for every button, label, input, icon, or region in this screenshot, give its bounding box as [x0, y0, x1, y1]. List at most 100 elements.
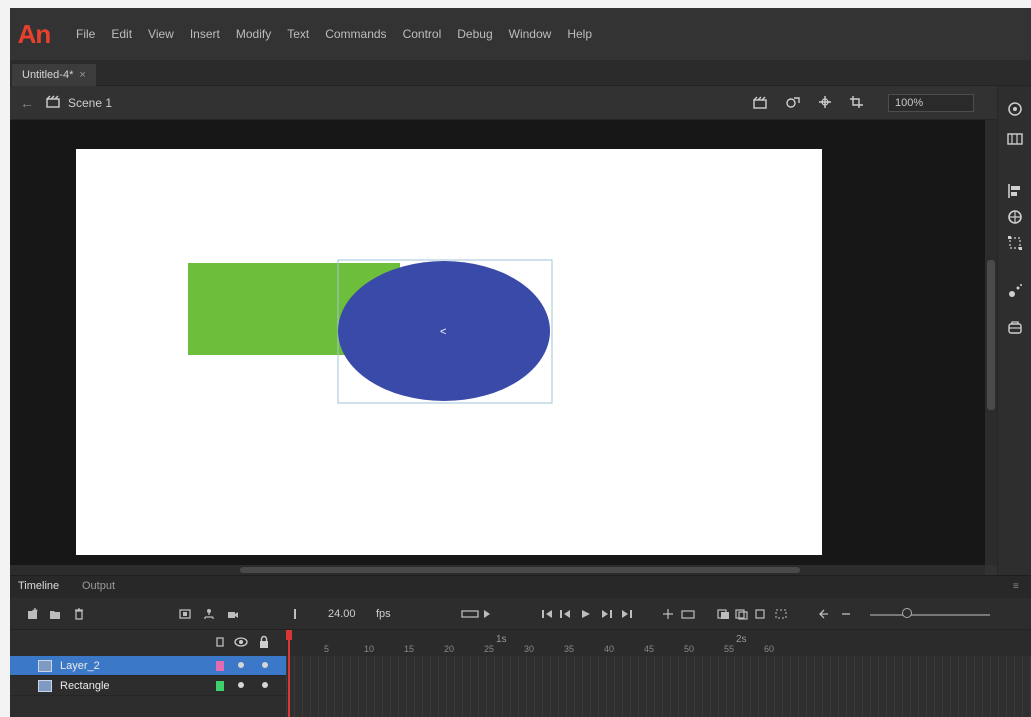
ruler-number: 5	[324, 644, 330, 654]
ruler-number: 10	[364, 644, 375, 654]
loop-icon[interactable]	[458, 606, 498, 622]
show-parenting-icon[interactable]	[202, 606, 216, 622]
properties-icon[interactable]	[1005, 100, 1025, 118]
ruler-number: 60	[764, 644, 775, 654]
ruler-number: 55	[724, 644, 735, 654]
panel-menu-icon[interactable]: ≡	[1013, 581, 1023, 592]
layer-icon	[38, 659, 52, 672]
delete-layer-icon[interactable]	[72, 606, 86, 622]
vertical-scroll-thumb[interactable]	[987, 260, 995, 410]
ruler-number: 50	[684, 644, 695, 654]
menu-bar: An File Edit View Insert Modify Text Com…	[10, 8, 1031, 60]
layer-visibility-dot[interactable]	[238, 682, 244, 688]
layer-name[interactable]: Rectangle	[60, 680, 110, 692]
new-folder-icon[interactable]	[48, 606, 62, 622]
close-icon[interactable]: ×	[79, 69, 85, 81]
vertical-scrollbar[interactable]	[985, 120, 997, 565]
ruler-number: 30	[524, 644, 535, 654]
timeline-zoom-knob[interactable]	[902, 608, 912, 618]
menu-list: File Edit View Insert Modify Text Comman…	[76, 27, 592, 41]
frame-grid[interactable]	[286, 656, 1031, 717]
layer-visibility-dot[interactable]	[238, 662, 244, 668]
outline-toggle-icon[interactable]	[216, 636, 224, 648]
playhead[interactable]	[288, 630, 290, 717]
code-snippets-icon[interactable]	[1005, 318, 1025, 336]
tab-timeline[interactable]: Timeline	[18, 580, 59, 592]
timeline-toolbar: 24.00 fps	[10, 598, 1031, 630]
menu-control[interactable]: Control	[403, 27, 442, 41]
ruler-number: 35	[564, 644, 575, 654]
menu-view[interactable]: View	[148, 27, 174, 41]
color-icon[interactable]	[1005, 208, 1025, 226]
scene-label[interactable]: Scene 1	[68, 96, 112, 110]
menu-window[interactable]: Window	[509, 27, 552, 41]
stage[interactable]: <	[76, 149, 822, 555]
animate-app-window: An File Edit View Insert Modify Text Com…	[10, 8, 1031, 717]
center-stage-icon[interactable]	[816, 94, 834, 110]
new-layer-icon[interactable]	[26, 606, 40, 622]
stage-canvas[interactable]: <	[76, 149, 822, 555]
frame-rate[interactable]: 24.00	[328, 608, 356, 620]
layer-color-swatch[interactable]	[216, 681, 224, 691]
playhead-handle[interactable]	[286, 630, 292, 640]
playback-controls[interactable]	[540, 606, 660, 622]
document-tab-title: Untitled-4*	[22, 69, 74, 81]
menu-edit[interactable]: Edit	[111, 27, 132, 41]
menu-modify[interactable]: Modify	[236, 27, 271, 41]
pasteboard: <	[10, 120, 985, 565]
timeline-panel: Timeline Output ≡ 24.00 fps 1s 2s 5 10 1…	[10, 575, 1031, 717]
right-panel-strip	[997, 86, 1031, 586]
horizontal-scroll-thumb[interactable]	[240, 567, 800, 573]
menu-help[interactable]: Help	[567, 27, 592, 41]
center-frame-icons[interactable]	[662, 606, 702, 622]
layer-lock-dot[interactable]	[262, 662, 268, 668]
motion-presets-icon[interactable]	[1005, 282, 1025, 300]
layer-color-swatch[interactable]	[216, 661, 224, 671]
tab-output[interactable]: Output	[82, 580, 115, 592]
eye-icon[interactable]	[234, 636, 248, 648]
edit-bar: ← Scene 1 100%	[10, 86, 1031, 120]
scene-icon	[46, 95, 60, 108]
zoom-timeline-icons[interactable]	[818, 606, 858, 622]
back-arrow-icon[interactable]: ←	[20, 95, 34, 111]
layer-row[interactable]: Rectangle	[10, 676, 286, 696]
layer-name[interactable]: Layer_2	[60, 660, 100, 672]
clip-content-icon[interactable]	[848, 94, 866, 110]
edit-tools	[752, 94, 866, 110]
ruler-number: 45	[644, 644, 655, 654]
lock-icon[interactable]	[258, 635, 270, 649]
edit-scene-icon[interactable]	[752, 94, 770, 110]
document-tab[interactable]: Untitled-4* ×	[12, 64, 96, 86]
ruler-number: 20	[444, 644, 455, 654]
onion-skin-icons[interactable]	[716, 606, 796, 622]
menu-insert[interactable]: Insert	[190, 27, 220, 41]
timeline-zoom-slider[interactable]	[870, 614, 990, 616]
document-tab-bar: Untitled-4* ×	[10, 60, 1031, 86]
frame-rate-unit: fps	[376, 608, 391, 620]
menu-file[interactable]: File	[76, 27, 95, 41]
ruler-label-2s: 2s	[736, 634, 747, 645]
menu-text[interactable]: Text	[287, 27, 309, 41]
ruler-number: 40	[604, 644, 615, 654]
layer-highlight-icon[interactable]	[178, 606, 192, 622]
ruler-number: 25	[484, 644, 495, 654]
ruler-number: 15	[404, 644, 415, 654]
layer-icon	[38, 679, 52, 692]
layer-lock-dot[interactable]	[262, 682, 268, 688]
align-icon[interactable]	[1005, 182, 1025, 200]
panel-tabs: Timeline Output ≡	[10, 576, 1031, 598]
cursor-glyph: <	[440, 326, 446, 338]
zoom-field[interactable]: 100%	[888, 94, 974, 112]
layer-list: Layer_2 Rectangle	[10, 656, 286, 696]
frame-indicator-icon	[290, 606, 300, 622]
app-logo: An	[17, 18, 52, 49]
menu-debug[interactable]: Debug	[457, 27, 492, 41]
layer-row[interactable]: Layer_2	[10, 656, 286, 676]
menu-commands[interactable]: Commands	[325, 27, 386, 41]
camera-icon[interactable]	[226, 606, 240, 622]
library-icon[interactable]	[1005, 130, 1025, 148]
transform-icon[interactable]	[1005, 234, 1025, 252]
frame-ruler[interactable]: 1s 2s 5 10 15 20 25 30 35 40 45 50 55 60	[286, 630, 1031, 656]
horizontal-scrollbar[interactable]	[10, 565, 985, 575]
edit-symbols-icon[interactable]	[784, 94, 802, 110]
